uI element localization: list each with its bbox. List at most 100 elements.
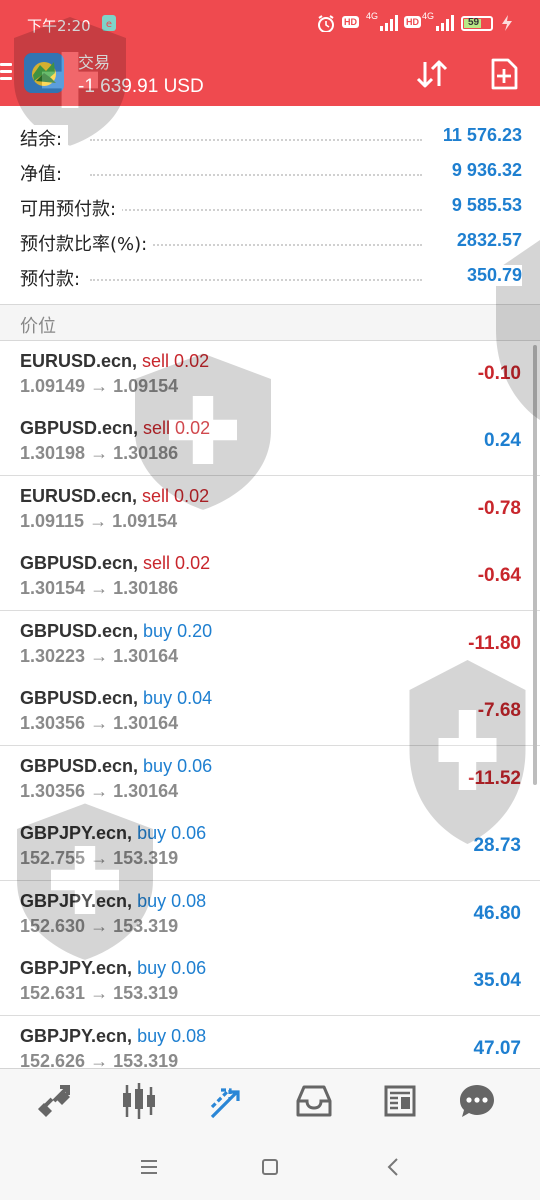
summary-label: 净值: [20, 160, 69, 186]
system-navigation-bar [0, 1134, 540, 1200]
position-side: buy 0.20 [143, 621, 213, 641]
position-row[interactable]: GBPJPY.ecn, buy 0.06 152.755 → 153.319 2… [0, 813, 540, 881]
summary-row-margin-level: 预付款比率(%): 2832.57 [20, 224, 522, 258]
position-prices: 152.626 → 153.319 [20, 1051, 179, 1068]
position-row[interactable]: GBPJPY.ecn, buy 0.08 152.626 → 153.319 4… [0, 1016, 540, 1068]
position-prices: 152.631 → 153.319 [20, 983, 179, 1003]
new-order-icon[interactable] [486, 56, 522, 92]
position-prices: 152.755 → 153.319 [20, 848, 179, 868]
position-symbol-line: GBPUSD.ecn, buy 0.20 [20, 621, 212, 642]
position-prices: 1.09149 → 1.09154 [20, 376, 179, 396]
recent-apps-icon[interactable] [136, 1154, 162, 1180]
position-profit: 47.07 [473, 1038, 521, 1059]
quotes-icon[interactable] [34, 1081, 74, 1121]
summary-value: 9 936.32 [445, 160, 522, 181]
position-row[interactable]: GBPJPY.ecn, buy 0.08 152.630 → 153.319 4… [0, 881, 540, 949]
signal-icon-1 [380, 15, 398, 31]
page-title: 交易 [78, 53, 111, 72]
position-symbol-line: GBPUSD.ecn, sell 0.02 [20, 418, 210, 439]
position-row[interactable]: GBPUSD.ecn, buy 0.06 1.30356 → 1.30164 -… [0, 746, 540, 814]
position-side: buy 0.06 [137, 958, 207, 978]
position-symbol: GBPUSD.ecn, [20, 688, 139, 708]
position-profit: -11.52 [468, 768, 521, 789]
position-profit: -0.78 [477, 498, 521, 519]
position-prices: 1.09115 → 1.09154 [20, 511, 178, 531]
metatrader-logo [24, 53, 64, 93]
chart-candles-icon[interactable] [119, 1081, 159, 1121]
position-side: sell 0.02 [143, 553, 211, 573]
position-symbol: GBPUSD.ecn, [20, 418, 139, 438]
sort-icon[interactable] [414, 56, 450, 92]
position-symbol: GBPJPY.ecn, [20, 823, 133, 843]
summary-row-balance: 结余: 11 576.23 [20, 119, 522, 153]
bottom-tab-bar [0, 1068, 540, 1134]
position-symbol: GBPUSD.ecn, [20, 553, 139, 573]
position-row[interactable]: GBPUSD.ecn, buy 0.04 1.30356 → 1.30164 -… [0, 678, 540, 746]
charging-icon [502, 15, 512, 31]
app-notification-icon: e [102, 15, 116, 31]
scrollbar[interactable] [533, 345, 537, 785]
position-profit: 0.24 [484, 430, 521, 451]
summary-label: 预付款: [20, 265, 87, 291]
position-symbol: EURUSD.ecn, [20, 351, 138, 371]
position-side: buy 0.04 [143, 688, 213, 708]
position-symbol-line: GBPJPY.ecn, buy 0.08 [20, 891, 206, 912]
section-label: 价位 [20, 316, 56, 337]
history-inbox-icon[interactable] [294, 1081, 334, 1121]
status-time: 下午2:20 [27, 17, 91, 35]
hd-badge-2: HD [404, 16, 421, 28]
summary-label: 结余: [20, 125, 69, 151]
summary-row-free-margin: 可用预付款: 9 585.53 [20, 189, 522, 223]
position-row[interactable]: GBPUSD.ecn, sell 0.02 1.30198 → 1.30186 … [0, 408, 540, 476]
svg-text:e: e [106, 19, 112, 30]
position-row[interactable]: EURUSD.ecn, sell 0.02 1.09149 → 1.09154 … [0, 341, 540, 409]
status-bar: 下午2:20 e HD 4G HD 4G 59 [0, 0, 540, 44]
position-profit: 35.04 [473, 970, 521, 991]
position-row[interactable]: GBPUSD.ecn, buy 0.20 1.30223 → 1.30164 -… [0, 611, 540, 679]
position-symbol-line: GBPUSD.ecn, sell 0.02 [20, 553, 210, 574]
position-symbol-line: EURUSD.ecn, sell 0.02 [20, 351, 209, 372]
trade-icon[interactable] [207, 1081, 247, 1121]
battery-level: 59 [468, 17, 480, 28]
back-icon[interactable] [381, 1154, 407, 1180]
position-side: buy 0.08 [137, 1026, 207, 1046]
positions-list[interactable]: EURUSD.ecn, sell 0.02 1.09149 → 1.09154 … [0, 341, 540, 1068]
position-symbol-line: GBPJPY.ecn, buy 0.06 [20, 823, 206, 844]
position-row[interactable]: GBPJPY.ecn, buy 0.06 152.631 → 153.319 3… [0, 948, 540, 1016]
position-prices: 1.30356 → 1.30164 [20, 781, 179, 801]
alarm-icon [318, 15, 334, 32]
summary-row-equity: 净值: 9 936.32 [20, 154, 522, 188]
summary-row-margin: 预付款: 350.79 [20, 259, 522, 293]
position-symbol: GBPJPY.ecn, [20, 1026, 133, 1046]
network-label-2: 4G [422, 11, 435, 21]
position-side: buy 0.08 [137, 891, 207, 911]
battery-icon: 59 [461, 16, 493, 31]
network-label-1: 4G [366, 11, 379, 21]
summary-value: 2832.57 [450, 230, 522, 251]
position-symbol-line: GBPUSD.ecn, buy 0.06 [20, 756, 212, 777]
position-prices: 1.30356 → 1.30164 [20, 713, 179, 733]
summary-label: 预付款比率(%): [20, 230, 154, 256]
dotted-leader [90, 279, 422, 281]
position-profit: -0.10 [477, 363, 521, 384]
account-summary: 结余: 11 576.23 净值: 9 936.32 可用预付款: 9 585.… [0, 106, 540, 305]
news-icon[interactable] [380, 1081, 420, 1121]
position-profit: -0.64 [477, 565, 521, 586]
menu-icon[interactable] [0, 63, 14, 85]
position-symbol-line: GBPJPY.ecn, buy 0.08 [20, 1026, 206, 1047]
section-header-positions: 价位 [0, 305, 540, 341]
summary-value: 9 585.53 [445, 195, 522, 216]
hd-badge-1: HD [342, 16, 359, 28]
summary-label: 可用预付款: [20, 195, 123, 221]
summary-value: 350.79 [460, 265, 522, 286]
position-row[interactable]: GBPUSD.ecn, sell 0.02 1.30154 → 1.30186 … [0, 543, 540, 611]
position-row[interactable]: EURUSD.ecn, sell 0.02 1.09115 → 1.09154 … [0, 476, 540, 544]
app-bar: 交易 -1 639.91 USD [0, 44, 540, 106]
position-symbol: EURUSD.ecn, [20, 486, 138, 506]
home-icon[interactable] [257, 1154, 283, 1180]
position-side: sell 0.02 [142, 351, 210, 371]
chat-icon[interactable] [457, 1081, 497, 1121]
dotted-leader [90, 174, 422, 176]
position-symbol: GBPUSD.ecn, [20, 621, 139, 641]
position-profit: 28.73 [473, 835, 521, 856]
